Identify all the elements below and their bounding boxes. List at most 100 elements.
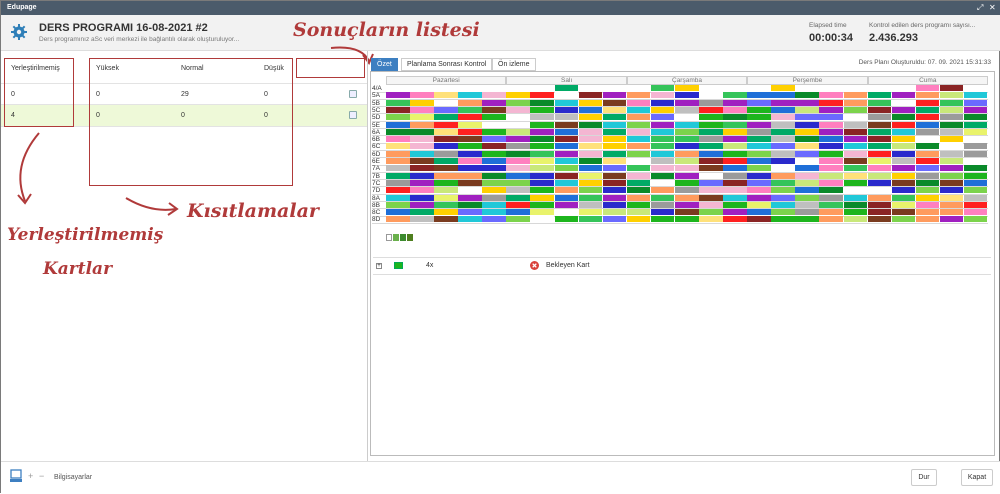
lesson-card[interactable] xyxy=(458,179,482,186)
save-icon[interactable] xyxy=(349,90,357,98)
lesson-card[interactable] xyxy=(626,158,651,164)
lesson-card[interactable] xyxy=(410,85,434,91)
lesson-card[interactable] xyxy=(771,187,795,194)
lesson-card[interactable] xyxy=(843,92,868,99)
lesson-card[interactable] xyxy=(482,136,506,143)
lesson-card[interactable] xyxy=(506,201,530,208)
lesson-card[interactable] xyxy=(771,143,795,150)
lesson-card[interactable] xyxy=(482,85,506,91)
lesson-card[interactable] xyxy=(482,150,506,157)
lesson-card[interactable] xyxy=(819,172,844,179)
lesson-card[interactable] xyxy=(482,143,506,150)
lesson-card[interactable] xyxy=(891,194,916,201)
remove-icon[interactable]: − xyxy=(39,471,44,481)
lesson-card[interactable] xyxy=(434,172,458,179)
lesson-card[interactable] xyxy=(819,187,844,194)
lesson-card[interactable] xyxy=(530,99,555,106)
lesson-card[interactable] xyxy=(867,165,892,172)
lesson-card[interactable] xyxy=(819,99,844,106)
lesson-card[interactable] xyxy=(506,114,530,121)
lesson-card[interactable] xyxy=(819,106,844,113)
lesson-card[interactable] xyxy=(963,121,988,128)
lesson-card[interactable] xyxy=(939,158,964,164)
lesson-card[interactable] xyxy=(674,143,699,150)
lesson-card[interactable] xyxy=(530,114,555,121)
lesson-card[interactable] xyxy=(915,150,940,157)
lesson-card[interactable] xyxy=(867,143,892,150)
lesson-card[interactable] xyxy=(723,150,747,157)
lesson-card[interactable] xyxy=(626,114,651,121)
lesson-card[interactable] xyxy=(915,172,940,179)
lesson-card[interactable] xyxy=(626,201,651,208)
lesson-card[interactable] xyxy=(506,150,530,157)
lesson-card[interactable] xyxy=(795,121,819,128)
lesson-card[interactable] xyxy=(650,85,675,91)
lesson-card[interactable] xyxy=(819,179,844,186)
lesson-card[interactable] xyxy=(530,92,555,99)
lesson-card[interactable] xyxy=(939,172,964,179)
lesson-card[interactable] xyxy=(506,172,530,179)
lesson-card[interactable] xyxy=(771,150,795,157)
lesson-card[interactable] xyxy=(650,136,675,143)
lesson-card[interactable] xyxy=(867,172,892,179)
lesson-card[interactable] xyxy=(530,143,555,150)
lesson-card[interactable] xyxy=(650,92,675,99)
lesson-card[interactable] xyxy=(819,92,844,99)
lesson-card[interactable] xyxy=(650,114,675,121)
lesson-card[interactable] xyxy=(723,121,747,128)
lesson-card[interactable] xyxy=(554,128,579,135)
lesson-card[interactable] xyxy=(602,201,627,208)
lesson-card[interactable] xyxy=(867,106,892,113)
lesson-card[interactable] xyxy=(602,128,627,135)
lesson-card[interactable] xyxy=(819,158,844,164)
lesson-card[interactable] xyxy=(963,158,988,164)
lesson-card[interactable] xyxy=(554,209,579,216)
lesson-card[interactable] xyxy=(891,92,916,99)
lesson-card[interactable] xyxy=(386,150,410,157)
lesson-card[interactable] xyxy=(699,216,723,223)
lesson-card[interactable] xyxy=(747,179,771,186)
lesson-card[interactable] xyxy=(506,209,530,216)
lesson-card[interactable] xyxy=(554,85,579,91)
lesson-card[interactable] xyxy=(554,92,579,99)
lesson-card[interactable] xyxy=(747,92,771,99)
lesson-card[interactable] xyxy=(410,128,434,135)
lesson-card[interactable] xyxy=(771,85,795,91)
lesson-card[interactable] xyxy=(723,143,747,150)
lesson-card[interactable] xyxy=(747,114,771,121)
lesson-card[interactable] xyxy=(386,187,410,194)
lesson-card[interactable] xyxy=(458,92,482,99)
lesson-card[interactable] xyxy=(963,216,988,223)
lesson-card[interactable] xyxy=(530,121,555,128)
lesson-card[interactable] xyxy=(650,194,675,201)
lesson-card[interactable] xyxy=(506,158,530,164)
lesson-card[interactable] xyxy=(867,99,892,106)
lesson-card[interactable] xyxy=(602,150,627,157)
lesson-card[interactable] xyxy=(963,85,988,91)
lesson-card[interactable] xyxy=(867,85,892,91)
lesson-card[interactable] xyxy=(626,99,651,106)
lesson-card[interactable] xyxy=(386,143,410,150)
lesson-card[interactable] xyxy=(530,209,555,216)
lesson-card[interactable] xyxy=(963,179,988,186)
lesson-card[interactable] xyxy=(506,121,530,128)
lesson-card[interactable] xyxy=(578,172,603,179)
lesson-card[interactable] xyxy=(434,201,458,208)
lesson-card[interactable] xyxy=(578,99,603,106)
lesson-card[interactable] xyxy=(915,194,940,201)
lesson-card[interactable] xyxy=(771,128,795,135)
lesson-card[interactable] xyxy=(554,216,579,223)
lesson-card[interactable] xyxy=(939,150,964,157)
lesson-card[interactable] xyxy=(434,136,458,143)
lesson-card[interactable] xyxy=(699,128,723,135)
lesson-card[interactable] xyxy=(915,216,940,223)
lesson-card[interactable] xyxy=(939,121,964,128)
lesson-card[interactable] xyxy=(482,128,506,135)
lesson-card[interactable] xyxy=(795,158,819,164)
lesson-card[interactable] xyxy=(963,172,988,179)
lesson-card[interactable] xyxy=(963,201,988,208)
lesson-card[interactable] xyxy=(723,85,747,91)
lesson-card[interactable] xyxy=(747,121,771,128)
lesson-card[interactable] xyxy=(819,216,844,223)
lesson-card[interactable] xyxy=(747,158,771,164)
